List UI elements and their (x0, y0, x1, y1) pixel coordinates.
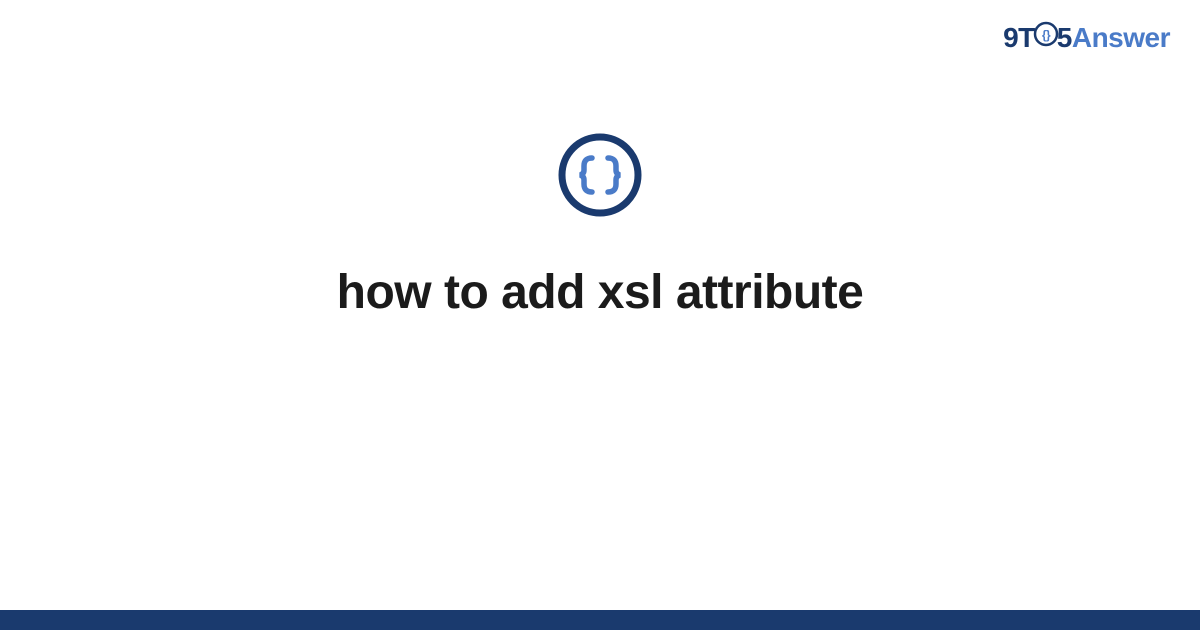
code-braces-icon (555, 130, 645, 225)
svg-text:{}: {} (1042, 28, 1051, 42)
footer-bar (0, 610, 1200, 630)
brand-text-5: 5 (1057, 22, 1072, 53)
main-content: how to add xsl attribute (0, 130, 1200, 320)
page-title: how to add xsl attribute (0, 265, 1200, 320)
brand-text-9t: 9T (1003, 22, 1035, 53)
clock-icon: {} (1033, 21, 1059, 54)
brand-logo: 9T {} 5Answer (1003, 22, 1170, 56)
brand-text-answer: Answer (1072, 22, 1170, 53)
